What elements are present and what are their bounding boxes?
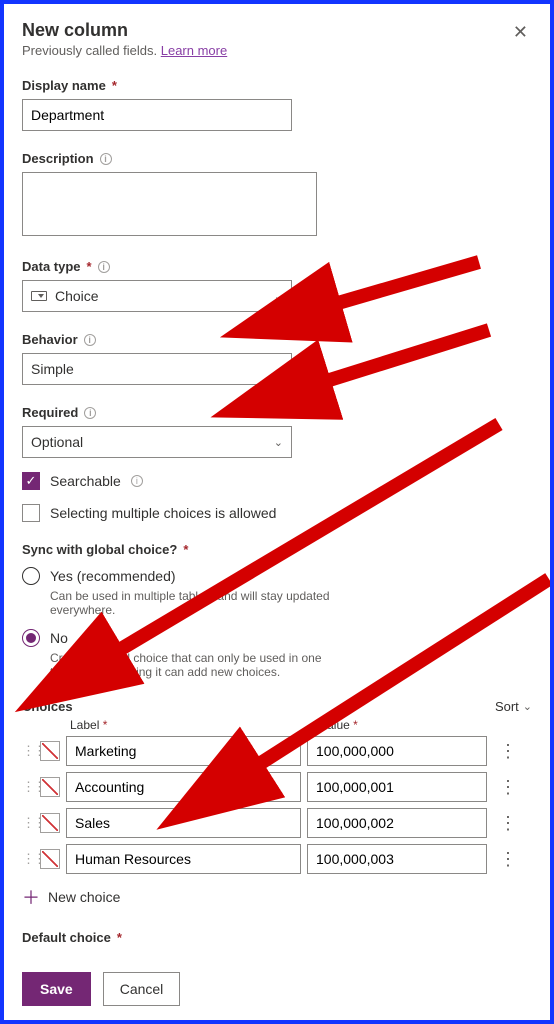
save-button[interactable]: Save <box>22 972 91 1006</box>
required-select[interactable]: Optional ⌄ <box>22 426 292 458</box>
choice-row: ⋮⋮⋮ <box>22 736 532 766</box>
searchable-label: Searchable <box>50 473 121 489</box>
description-input[interactable] <box>22 172 317 236</box>
behavior-label: Behavior i <box>22 332 532 347</box>
chevron-down-icon: ⌄ <box>274 290 283 303</box>
more-icon[interactable]: ⋮ <box>493 777 523 798</box>
more-icon[interactable]: ⋮ <box>493 741 523 762</box>
sync-yes-radio[interactable] <box>22 567 40 585</box>
choices-heading: Choices <box>22 699 73 714</box>
color-swatch[interactable] <box>40 849 60 869</box>
multiple-choices-label: Selecting multiple choices is allowed <box>50 505 276 521</box>
choice-value-input[interactable] <box>307 736 487 766</box>
data-type-select[interactable]: Choice ⌄ <box>22 280 292 312</box>
info-icon[interactable]: i <box>100 153 112 165</box>
choice-icon <box>31 291 47 301</box>
sync-no-radio[interactable] <box>22 629 40 647</box>
color-swatch[interactable] <box>40 813 60 833</box>
drag-handle-icon[interactable]: ⋮⋮ <box>22 815 34 831</box>
sync-yes-label: Yes (recommended) <box>50 568 176 584</box>
choice-label-input[interactable] <box>66 736 301 766</box>
choice-value-input[interactable] <box>307 844 487 874</box>
behavior-select[interactable]: Simple ⌄ <box>22 353 292 385</box>
close-icon[interactable]: ✕ <box>509 20 532 45</box>
drag-handle-icon[interactable]: ⋮⋮ <box>22 743 34 759</box>
sync-yes-hint: Can be used in multiple tables, and will… <box>50 589 350 617</box>
searchable-checkbox[interactable]: ✓ <box>22 472 40 490</box>
default-choice-label: Default choice* <box>22 930 532 945</box>
multiple-choices-checkbox[interactable] <box>22 504 40 522</box>
required-label: Required i <box>22 405 532 420</box>
plus-icon: ＋ <box>22 884 40 910</box>
more-icon[interactable]: ⋮ <box>493 813 523 834</box>
info-icon[interactable]: i <box>98 261 110 273</box>
choice-row: ⋮⋮⋮ <box>22 844 532 874</box>
sync-label: Sync with global choice?* <box>22 542 532 557</box>
choice-label-input[interactable] <box>66 808 301 838</box>
chevron-down-icon: ⌄ <box>523 700 532 713</box>
display-name-label: Display name* <box>22 78 532 93</box>
info-icon[interactable]: i <box>84 334 96 346</box>
choice-label-input[interactable] <box>66 844 301 874</box>
sort-button[interactable]: Sort ⌄ <box>495 699 532 714</box>
panel-subtitle: Previously called fields. Learn more <box>22 43 227 58</box>
data-type-label: Data type* i <box>22 259 532 274</box>
new-column-panel: New column Previously called fields. Lea… <box>0 0 554 1024</box>
sync-no-label: No <box>50 630 68 646</box>
panel-title: New column <box>22 20 227 41</box>
info-icon[interactable]: i <box>131 475 143 487</box>
more-icon[interactable]: ⋮ <box>493 849 523 870</box>
sync-no-hint: Creates a local choice that can only be … <box>50 651 350 679</box>
chevron-down-icon: ⌄ <box>274 436 283 449</box>
color-swatch[interactable] <box>40 777 60 797</box>
cancel-button[interactable]: Cancel <box>103 972 181 1006</box>
chevron-down-icon: ⌄ <box>274 363 283 376</box>
choice-row: ⋮⋮⋮ <box>22 772 532 802</box>
new-choice-button[interactable]: ＋ New choice <box>22 884 532 910</box>
choice-value-input[interactable] <box>307 808 487 838</box>
choice-value-input[interactable] <box>307 772 487 802</box>
description-label: Description i <box>22 151 532 166</box>
learn-more-link[interactable]: Learn more <box>161 43 227 58</box>
info-icon[interactable]: i <box>84 407 96 419</box>
color-swatch[interactable] <box>40 741 60 761</box>
choice-row: ⋮⋮⋮ <box>22 808 532 838</box>
drag-handle-icon[interactable]: ⋮⋮ <box>22 851 34 867</box>
display-name-input[interactable] <box>22 99 292 131</box>
drag-handle-icon[interactable]: ⋮⋮ <box>22 779 34 795</box>
choice-label-input[interactable] <box>66 772 301 802</box>
